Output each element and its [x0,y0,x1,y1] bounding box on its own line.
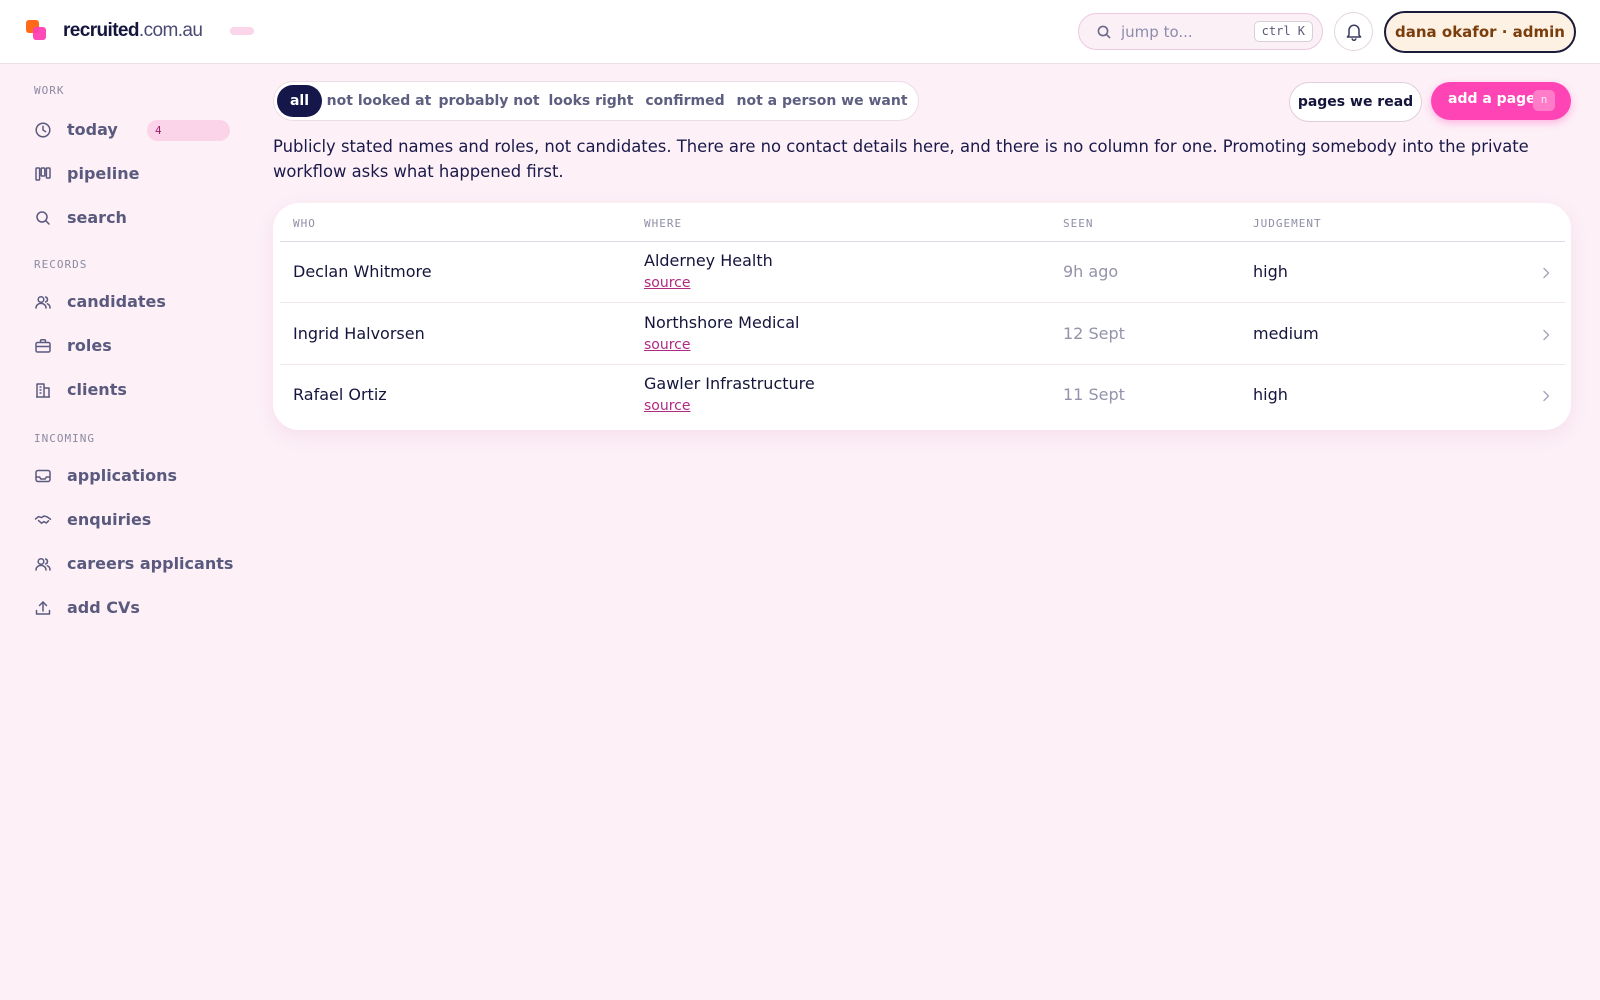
sidebar-item-candidates[interactable]: candidates [34,286,234,318]
intro-text: Publicly stated names and roles, not can… [273,137,1529,181]
cell-seen: 12 Sept [1063,324,1125,343]
sidebar-item-today[interactable]: today 4 [34,114,234,146]
cell-where: Alderney Health [644,251,773,270]
chevron-right-icon [1543,390,1550,402]
notifications-button[interactable] [1334,12,1373,51]
filter-tabs: all not looked at probably not looks rig… [273,81,919,121]
add-a-page-button[interactable]: add a page n [1431,82,1571,120]
cell-judgement: medium [1253,324,1319,343]
cell-seen: 9h ago [1063,262,1119,281]
handshake-icon [34,515,52,524]
add-a-page-label: add a page [1448,91,1536,107]
users-icon [35,295,51,309]
users-icon [35,557,51,571]
sidebar-item-label: add CVs [67,598,140,617]
source-link[interactable]: source [644,337,691,353]
filter-tab-confirmed[interactable]: confirmed [640,85,730,117]
sidebar-item-pipeline[interactable]: pipeline [34,158,234,190]
filter-tab-all[interactable]: all [277,85,322,117]
search-input[interactable] [1121,22,1251,42]
sidebar-item-label: enquiries [67,510,152,529]
inbox-icon [35,469,51,483]
cell-who: Ingrid Halvorsen [293,324,425,343]
sidebar-item-label: applications [67,466,177,485]
cell-seen: 11 Sept [1063,385,1125,404]
sidebar-item-search[interactable]: search [34,202,234,234]
filter-tab-looks-right[interactable]: looks right [544,85,638,117]
filter-tab-not-a-person-we-want[interactable]: not a person we want [732,85,912,117]
column-header-judgement: JUDGEMENT [1253,217,1322,230]
source-link[interactable]: source [644,398,691,414]
sidebar-section-records: RECORDS [34,258,88,271]
brand-name-domain: .com.au [138,20,203,41]
environment-pill [230,27,254,35]
table-row[interactable]: Declan Whitmore Alderney Health source 9… [280,242,1565,303]
filter-tab-probably-not[interactable]: probably not [436,85,542,117]
today-count-badge: 4 [147,120,230,141]
table-row[interactable]: Ingrid Halvorsen Northshore Medical sour… [280,304,1565,365]
search-icon [36,211,50,225]
search-icon [1097,25,1111,39]
top-bar: recruited.com.au ctrl K dana okafor · ad… [0,0,1600,64]
brand-logo-icon [26,20,48,42]
sidebar-section-incoming: INCOMING [34,432,95,445]
columns-icon [35,167,51,181]
people-table: WHO WHERE SEEN JUDGEMENT Declan Whitmore… [273,203,1571,430]
column-header-seen: SEEN [1063,217,1094,230]
sidebar-item-label: candidates [67,292,166,311]
sidebar-item-label: clients [67,380,127,399]
sidebar-item-applications[interactable]: applications [34,460,234,492]
user-menu-button[interactable]: dana okafor · admin [1384,11,1576,53]
source-link[interactable]: source [644,275,691,291]
chevron-right-icon [1543,329,1550,341]
add-page-shortcut-hint: n [1533,90,1555,111]
sidebar-item-label: today [67,120,118,139]
chevron-right-icon [1543,267,1550,279]
cell-who: Rafael Ortiz [293,385,387,404]
sidebar-item-label: roles [67,336,112,355]
sidebar-item-roles[interactable]: roles [34,330,234,362]
briefcase-icon [35,339,51,353]
upload-icon [35,601,51,615]
sidebar: WORK today 4 pipeline search RECORDS can… [0,64,250,1000]
sidebar-section-work: WORK [34,84,65,97]
bell-icon [1346,24,1362,41]
cell-judgement: high [1253,262,1288,281]
column-header-where: WHERE [644,217,683,230]
pages-we-read-button[interactable]: pages we read [1289,82,1422,122]
sidebar-item-label: pipeline [67,164,140,183]
search-box[interactable]: ctrl K [1078,13,1323,50]
sidebar-item-clients[interactable]: clients [34,374,234,406]
filter-tab-not-looked-at[interactable]: not looked at [324,85,434,117]
sidebar-item-careers-applicants[interactable]: careers applicants [34,548,234,580]
brand-name-strong: recruited [63,20,140,41]
search-shortcut-hint: ctrl K [1253,21,1313,42]
sidebar-item-label: search [67,208,127,227]
clock-icon [35,122,51,138]
cell-judgement: high [1253,385,1288,404]
sidebar-item-enquiries[interactable]: enquiries [34,504,234,536]
cell-where: Northshore Medical [644,313,800,332]
sidebar-item-label: careers applicants [67,554,234,573]
brand-name: recruited.com.au [63,20,203,42]
column-header-who: WHO [293,217,316,230]
table-row[interactable]: Rafael Ortiz Gawler Infrastructure sourc… [280,365,1565,426]
cell-where: Gawler Infrastructure [644,374,815,393]
building-icon [36,383,50,398]
cell-who: Declan Whitmore [293,262,432,281]
sidebar-item-add-cvs[interactable]: add CVs [34,592,234,624]
